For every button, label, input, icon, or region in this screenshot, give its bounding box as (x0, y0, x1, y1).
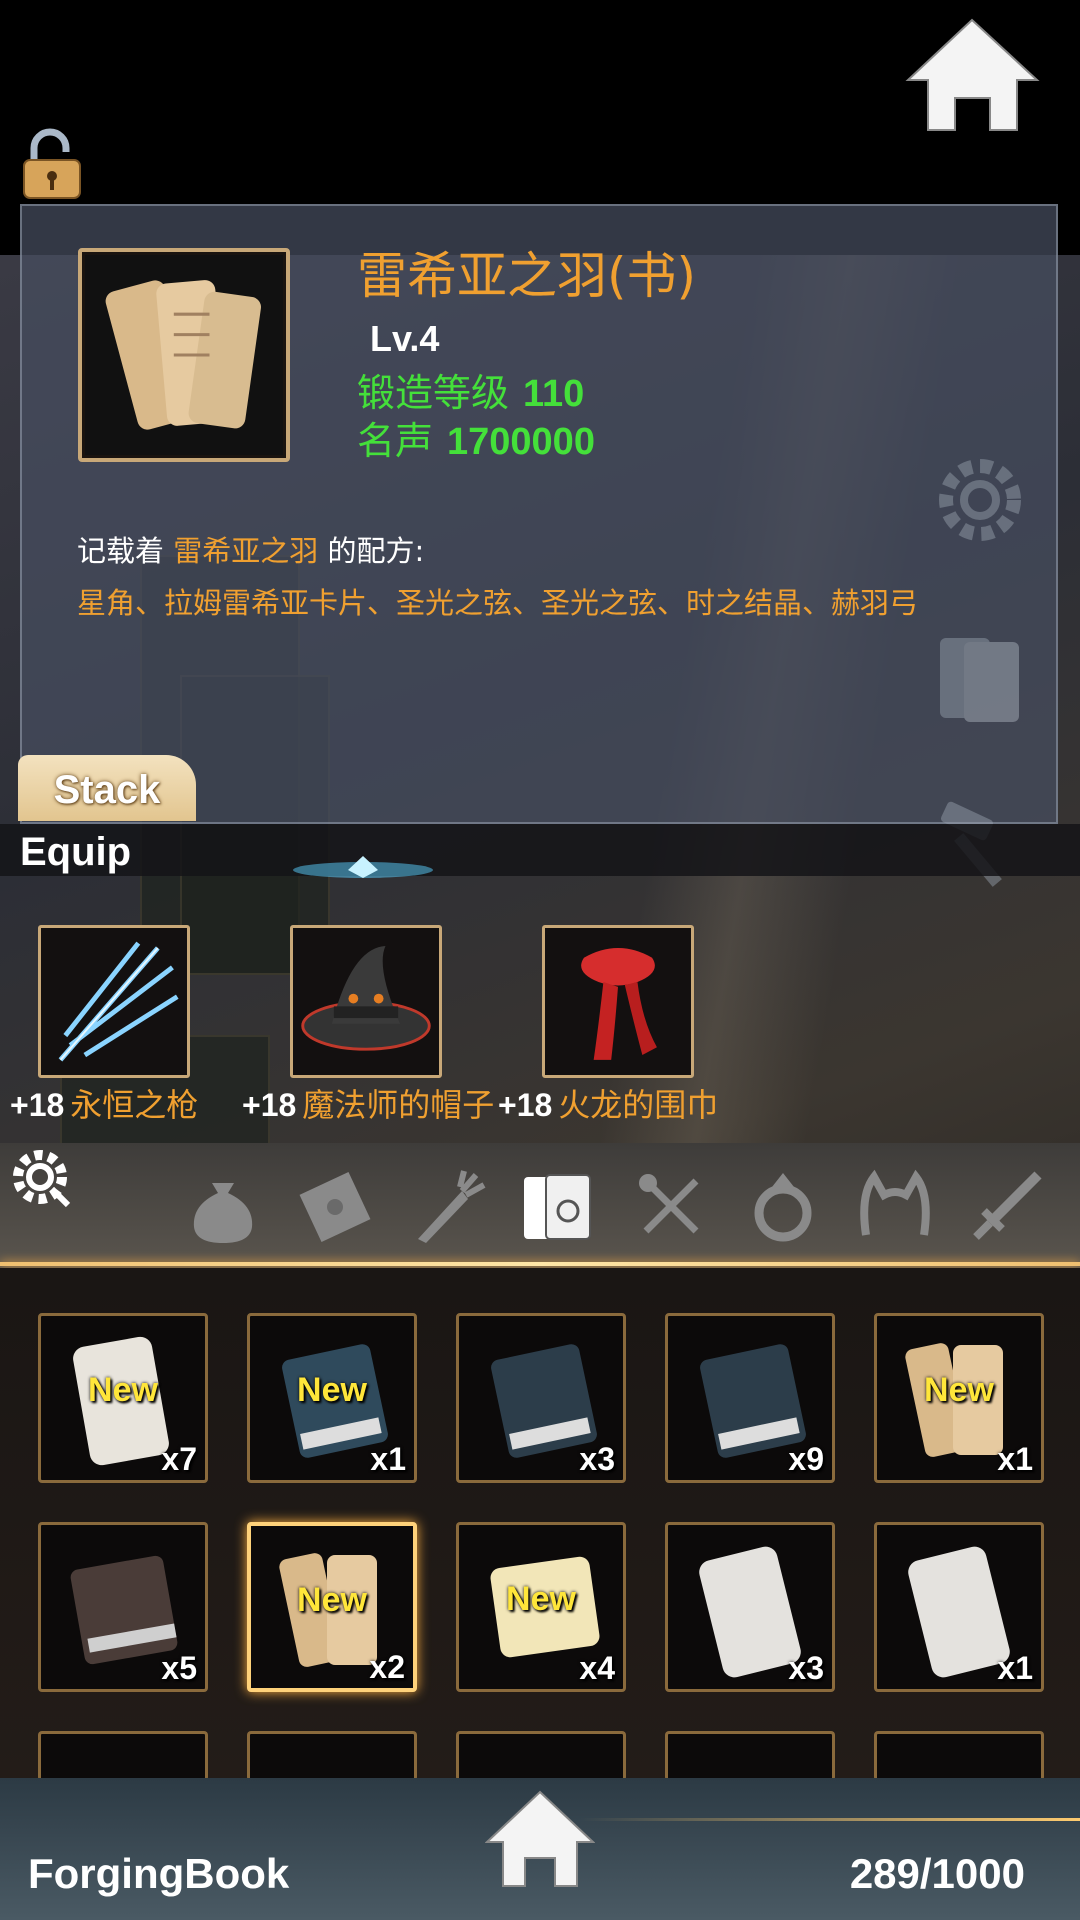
inventory-slot[interactable] (456, 1731, 626, 1781)
category-underline (0, 1262, 1080, 1266)
inventory-slot[interactable] (247, 1731, 417, 1781)
recipe-ingredients: 星角、拉姆雷希亚卡片、圣光之弦、圣光之弦、时之结晶、赫羽弓 (77, 586, 919, 620)
sword-icon[interactable] (966, 1165, 1048, 1247)
item-count: x1 (997, 1650, 1033, 1686)
settings-gear-icon[interactable] (8, 1145, 76, 1213)
bottom-glow-line (580, 1818, 1080, 1821)
book-icon[interactable] (932, 628, 1027, 728)
item-count: x3 (579, 1441, 615, 1477)
book-icon[interactable] (518, 1165, 600, 1247)
item-level: Lv.4 (370, 318, 440, 359)
equip-slot-hat[interactable] (290, 925, 442, 1078)
equip-label: Equip (20, 830, 132, 874)
equip-caption-accessory: +18 火龙的围巾 (498, 1080, 718, 1126)
item-count: x5 (161, 1650, 197, 1686)
utensils-icon[interactable] (630, 1165, 712, 1247)
unlock-icon[interactable] (20, 128, 84, 200)
equip-header (0, 824, 1080, 876)
glow-ornament (293, 856, 433, 878)
item-preview-frame (78, 248, 290, 462)
inventory-capacity: 289/1000 (849, 1850, 1025, 1897)
new-badge: New (297, 1371, 367, 1409)
equip-plus-hat: +18 (242, 1087, 297, 1123)
letter-icon[interactable] (294, 1165, 376, 1247)
item-count: x4 (579, 1650, 615, 1686)
item-description: 记载着 雷希亚之羽 的配方: (77, 528, 424, 570)
item-count: x2 (369, 1649, 405, 1685)
fame-line: 名声 1700000 (357, 410, 595, 465)
item-title: 雷希亚之羽(书) (357, 247, 697, 305)
equip-caption-hat: +18 魔法师的帽子 (242, 1080, 494, 1126)
inventory-slot[interactable]: x5 (38, 1522, 208, 1692)
headband-icon[interactable] (854, 1165, 936, 1247)
forge-level-value: 110 (523, 373, 585, 415)
tab-stack[interactable]: Stack (18, 755, 196, 821)
inventory-slot-selected[interactable]: New x2 (247, 1522, 417, 1692)
inventory-slot[interactable] (665, 1731, 835, 1781)
inventory-slot[interactable]: x3 (456, 1313, 626, 1483)
desc-prefix: 记载着 (77, 534, 165, 568)
lightning-spear-icon (58, 941, 179, 1062)
item-count: x1 (370, 1441, 406, 1477)
scroll-icon (105, 280, 261, 430)
inventory-slot[interactable]: x9 (665, 1313, 835, 1483)
inventory-slot[interactable] (874, 1731, 1044, 1781)
wizard-hat-icon (301, 946, 431, 1051)
item-count: x1 (997, 1441, 1033, 1477)
desc-suffix: 的配方: (327, 534, 425, 568)
inventory-slot[interactable]: New x1 (874, 1313, 1044, 1483)
item-count: x7 (161, 1441, 197, 1477)
bag-icon[interactable] (182, 1165, 264, 1247)
item-count: x9 (788, 1441, 824, 1477)
gear-search-icon[interactable] (930, 450, 1030, 550)
new-badge: New (88, 1371, 158, 1409)
item-count: x3 (788, 1650, 824, 1686)
inventory-slot[interactable]: New x7 (38, 1313, 208, 1483)
home-icon[interactable] (485, 1790, 595, 1888)
new-badge: New (506, 1580, 576, 1618)
new-badge: New (924, 1371, 994, 1409)
red-scarf-icon (581, 947, 657, 1060)
home-icon[interactable] (905, 18, 1040, 133)
inventory-slot[interactable]: New x4 (456, 1522, 626, 1692)
equip-slot-weapon[interactable] (38, 925, 190, 1078)
carrot-icon[interactable] (406, 1165, 488, 1247)
forge-level-line: 锻造等级 110 (357, 362, 584, 417)
equip-caption-weapon: +18 永恒之枪 (10, 1080, 198, 1126)
inventory-slot[interactable] (38, 1731, 208, 1781)
equip-plus-weapon: +18 (10, 1087, 65, 1123)
equip-name-weapon: 永恒之枪 (70, 1086, 199, 1124)
equip-name-hat: 魔法师的帽子 (302, 1086, 495, 1124)
new-badge: New (297, 1581, 367, 1619)
category-title: ForgingBook (28, 1850, 290, 1897)
equip-slot-accessory[interactable] (542, 925, 694, 1078)
ring-icon[interactable] (742, 1165, 824, 1247)
desc-item-name: 雷希亚之羽 (173, 534, 319, 568)
equip-name-accessory: 火龙的围巾 (558, 1086, 719, 1124)
forge-level-label: 锻造等级 (357, 371, 510, 415)
inventory-slot[interactable]: New x1 (247, 1313, 417, 1483)
fame-label: 名声 (357, 419, 434, 463)
fame-value: 1700000 (447, 421, 595, 463)
inventory-slot[interactable]: x3 (665, 1522, 835, 1692)
inventory-slot[interactable]: x1 (874, 1522, 1044, 1692)
equip-plus-accessory: +18 (498, 1087, 553, 1123)
